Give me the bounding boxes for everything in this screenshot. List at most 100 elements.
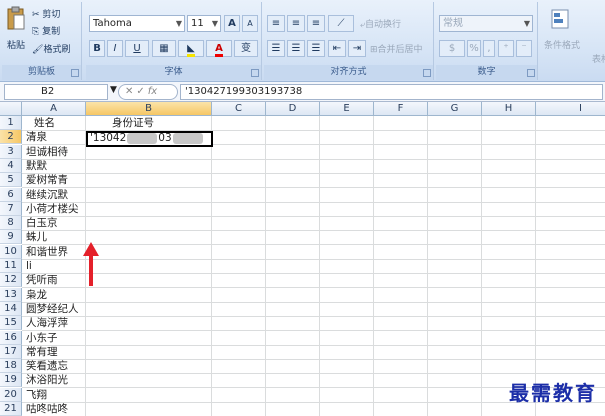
font-color-button[interactable]: A [206, 40, 232, 57]
row-header[interactable]: 12 [0, 273, 22, 288]
select-all-corner[interactable] [0, 102, 22, 116]
row-header[interactable]: 1 [0, 116, 22, 130]
name-cell[interactable]: 白玉京 [24, 216, 58, 230]
column-header[interactable]: D [266, 102, 320, 116]
fill-color-button[interactable]: ◣ [178, 40, 204, 57]
grow-font-button[interactable]: A [224, 15, 240, 32]
orientation-button[interactable]: ⟋ [328, 15, 354, 32]
border-button[interactable]: ▦ [152, 40, 176, 57]
number-format-select[interactable]: 常规 ▼ [439, 15, 533, 32]
enter-icon[interactable]: ✓ [136, 86, 147, 97]
name-cell[interactable]: 常有理 [24, 345, 58, 359]
column-header[interactable]: I [536, 102, 605, 116]
name-cell[interactable]: li [24, 259, 32, 273]
name-cell[interactable]: 爱树常青 [24, 173, 68, 187]
column-header[interactable]: H [482, 102, 536, 116]
row-header[interactable]: 9 [0, 230, 22, 245]
alignment-launcher-icon[interactable] [423, 69, 431, 77]
align-top-button[interactable]: ≡ [267, 15, 285, 32]
phonetic-button[interactable]: 变 [234, 40, 258, 57]
font-name-select[interactable]: Tahoma ▼ [89, 15, 185, 32]
shrink-font-button[interactable]: A [242, 15, 258, 32]
number-launcher-icon[interactable] [527, 69, 535, 77]
increase-decimal-button[interactable]: ⁺ [498, 40, 514, 57]
bold-button[interactable]: B [89, 40, 105, 57]
chevron-down-icon[interactable]: ▼ [110, 85, 117, 95]
percent-button[interactable]: % [467, 40, 481, 57]
row-header[interactable]: 8 [0, 216, 22, 231]
font-launcher-icon[interactable] [251, 69, 259, 77]
name-box[interactable]: B2 [4, 84, 108, 100]
paste-icon[interactable] [6, 6, 26, 32]
align-left-button[interactable]: ☰ [267, 40, 285, 57]
decrease-decimal-button[interactable]: ⁻ [516, 40, 532, 57]
name-cell[interactable]: 蛛儿 [24, 230, 47, 244]
column-header[interactable]: E [320, 102, 374, 116]
row-header[interactable]: 2 [0, 130, 22, 145]
name-cell[interactable]: 小东子 [24, 331, 58, 345]
row-header[interactable]: 3 [0, 144, 22, 159]
cell-b1[interactable]: 身份证号 [110, 116, 154, 130]
clipboard-launcher-icon[interactable] [71, 69, 79, 77]
row-header[interactable]: 13 [0, 287, 22, 302]
row-header[interactable]: 14 [0, 301, 22, 316]
cell-b2-content[interactable]: '13042 03 [88, 131, 204, 145]
row-header[interactable]: 4 [0, 158, 22, 173]
align-center-button[interactable]: ☰ [287, 40, 305, 57]
conditional-format-icon[interactable] [550, 8, 572, 32]
column-header[interactable]: C [212, 102, 266, 116]
column-header[interactable]: F [374, 102, 428, 116]
cut-button[interactable]: ✂ 剪切 [32, 7, 60, 20]
name-cell[interactable]: 清泉 [24, 130, 47, 144]
increase-indent-button[interactable]: ⇥ [348, 40, 366, 57]
name-cell[interactable]: 枭龙 [24, 288, 47, 302]
paste-button[interactable]: 粘贴 [7, 38, 25, 51]
comma-button[interactable]: , [483, 40, 495, 57]
wrap-text-button[interactable]: ⤶自动换行 [360, 17, 401, 30]
underline-button[interactable]: U [125, 40, 149, 57]
align-middle-button[interactable]: ≡ [287, 15, 305, 32]
name-cell[interactable]: 飞翔 [24, 388, 47, 402]
row-header[interactable]: 18 [0, 359, 22, 374]
row-header[interactable]: 15 [0, 316, 22, 331]
format-painter-button[interactable]: 🖌格式刷 [32, 42, 70, 55]
spreadsheet-grid[interactable]: ABCDEFGHI 1 2 3 4 5 6 7 8 9 10 11 12 13 14 15 16 17 18 19 2… [0, 102, 605, 416]
name-cell[interactable]: 继续沉默 [24, 188, 68, 202]
conditional-format-button[interactable]: 条件格式 [544, 38, 580, 51]
row-header[interactable]: 17 [0, 344, 22, 359]
currency-button[interactable]: $ [439, 40, 465, 57]
name-cell[interactable]: 圆梦经纪人 [24, 302, 79, 316]
align-right-button[interactable]: ☰ [307, 40, 325, 57]
merge-center-button[interactable]: ⊞合并后居中 [370, 42, 423, 55]
cell-a1[interactable]: 姓名 [32, 116, 55, 130]
formula-input[interactable]: '130427199303193738 [180, 84, 603, 100]
name-cell[interactable]: 坦诚相待 [24, 145, 68, 159]
row-header[interactable]: 21 [0, 402, 22, 416]
row-header[interactable]: 20 [0, 387, 22, 402]
italic-button[interactable]: I [107, 40, 123, 57]
copy-button[interactable]: ⎘ 复制 [32, 24, 60, 37]
name-cell[interactable]: 沐浴阳光 [24, 373, 68, 387]
row-header[interactable]: 7 [0, 201, 22, 216]
name-cell[interactable]: 小荷才楼尖 [24, 202, 79, 216]
column-header[interactable]: B [86, 102, 212, 116]
name-cell[interactable]: 人海浮萍 [24, 316, 68, 330]
name-cell[interactable]: 默默 [24, 159, 47, 173]
align-bottom-button[interactable]: ≡ [307, 15, 325, 32]
font-size-select[interactable]: 11 ▼ [187, 15, 221, 32]
name-cell[interactable]: 凭听雨 [24, 273, 58, 287]
insert-function-button[interactable]: fx [148, 86, 157, 97]
row-header[interactable]: 5 [0, 173, 22, 188]
row-header[interactable]: 6 [0, 187, 22, 202]
cancel-icon[interactable]: ✕ [125, 86, 136, 97]
row-header[interactable]: 16 [0, 330, 22, 345]
row-header[interactable]: 11 [0, 259, 22, 273]
row-header[interactable]: 19 [0, 373, 22, 388]
column-header[interactable]: A [22, 102, 86, 116]
table-format-button[interactable]: 表格 [592, 52, 605, 65]
name-cell[interactable]: 和谐世界 [24, 245, 68, 259]
row-header[interactable]: 10 [0, 244, 22, 259]
name-cell[interactable]: 咕咚咕咚 [24, 402, 68, 416]
column-header[interactable]: G [428, 102, 482, 116]
decrease-indent-button[interactable]: ⇤ [328, 40, 346, 57]
